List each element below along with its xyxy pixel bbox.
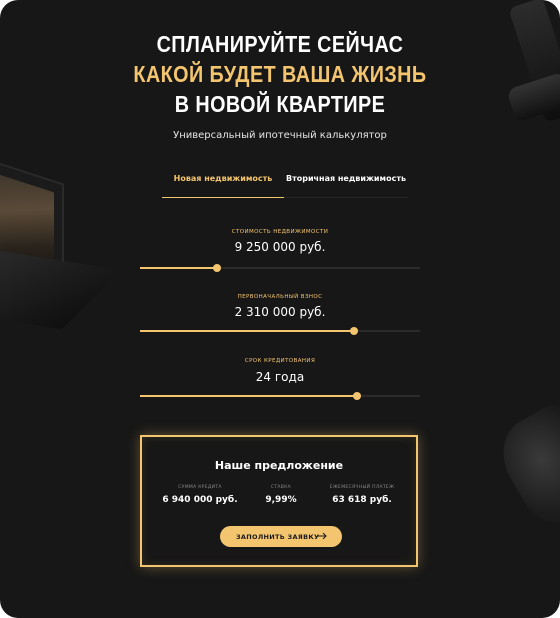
loan-amount-label: СУММА КРЕДИТА: [178, 485, 222, 490]
slider-handle[interactable]: [213, 264, 221, 272]
down-payment-slider[interactable]: [140, 325, 420, 337]
offer-box: Наше предложение СУММА КРЕДИТА 6 940 000…: [140, 435, 418, 567]
rate-value: 9,99%: [265, 495, 297, 505]
slider-handle[interactable]: [350, 327, 359, 335]
slider-fill: [140, 267, 217, 269]
page-subtitle: Универсальный ипотечный калькулятор: [173, 130, 387, 141]
down-payment-label: ПЕРВОНАЧАЛЬНЫЙ ВЗНОС: [237, 294, 323, 300]
offer-rate: СТАВКА 9,99%: [235, 485, 327, 505]
monthly-payment-value: 63 618 руб.: [332, 495, 392, 505]
calculator-section: СПЛАНИРУЙТЕ СЕЙЧАС КАКОЙ БУДЕТ ВАША ЖИЗН…: [0, 0, 560, 618]
down-payment-value: 2 310 000 руб.: [234, 305, 326, 319]
tab-new-property[interactable]: Новая недвижимость: [162, 168, 284, 198]
loan-amount-value: 6 940 000 руб.: [162, 495, 238, 505]
loan-term-label: СРОК КРЕДИТОВАНИЯ: [244, 358, 316, 364]
offer-title: Наше предложение: [214, 459, 344, 472]
heading-line-3: В НОВОЙ КВАРТИРЕ: [174, 91, 386, 117]
rate-label: СТАВКА: [270, 485, 292, 490]
offer-loan-amount: СУММА КРЕДИТА 6 940 000 руб.: [154, 485, 246, 505]
heading-line-2: КАКОЙ БУДЕТ ВАША ЖИЗНЬ: [133, 61, 427, 87]
monthly-payment-label: ЕЖЕМЕСЯЧНЫЙ ПЛАТЕЖ: [329, 485, 395, 490]
slider-handle[interactable]: [353, 392, 361, 400]
submit-application-button[interactable]: ЗАПОЛНИТЬ ЗАЯВКУ: [220, 526, 342, 547]
offer-monthly-payment: ЕЖЕМЕСЯЧНЫЙ ПЛАТЕЖ 63 618 руб.: [316, 485, 408, 505]
pillow-image: [488, 394, 560, 536]
slider-fill: [140, 395, 357, 397]
loan-term-value: 24 года: [255, 370, 305, 384]
tab-secondary-property[interactable]: Вторичная недвижимость: [284, 168, 408, 198]
submit-application-label: ЗАПОЛНИТЬ ЗАЯВКУ: [236, 533, 320, 541]
loan-term-slider[interactable]: [140, 390, 420, 402]
property-cost-label: СТОИМОСТЬ НЕДВИЖИМОСТИ: [231, 229, 329, 235]
property-cost-slider[interactable]: [140, 262, 420, 274]
heading-line-1: СПЛАНИРУЙТЕ СЕЙЧАС: [156, 31, 404, 57]
slider-fill: [140, 330, 355, 332]
arrow-right-icon: [317, 532, 327, 540]
property-cost-value: 9 250 000 руб.: [234, 240, 326, 254]
property-type-tabs: Новая недвижимость Вторичная недвижимост…: [162, 168, 408, 198]
